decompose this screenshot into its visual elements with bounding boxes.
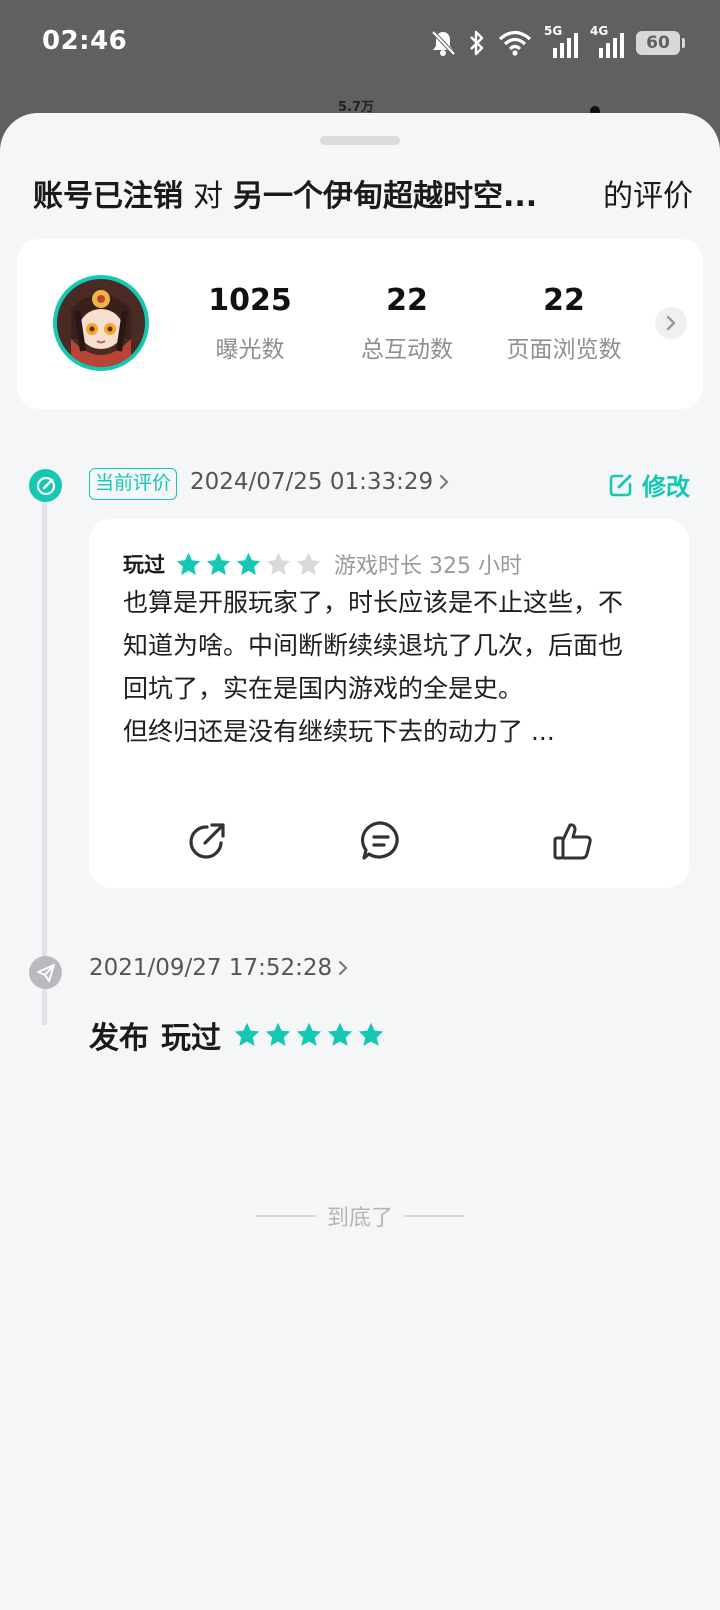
review-text[interactable]: 也算是开服玩家了，时长应该是不止这些，不知道为啥。中间断断续续退坑了几次，后面也… <box>123 581 643 753</box>
star-filled-icon <box>265 1022 291 1046</box>
end-of-list: 到底了 <box>256 1196 464 1236</box>
edit-icon <box>609 474 632 496</box>
chevron-right-icon <box>440 475 449 489</box>
review-meta: 玩过 游戏时长 325 小时 <box>123 549 522 579</box>
avatar[interactable] <box>53 275 149 371</box>
current-review-timestamp: 2024/07/25 01:33:29 <box>190 469 434 495</box>
timeline-line <box>42 489 47 1025</box>
review-history-sheet: 账号已注销 对 另一个伊甸超越时空... 的评价 1025 曝光数 22 总互动… <box>0 113 720 1610</box>
reviewer-name[interactable]: 账号已注销 <box>33 171 183 215</box>
star-filled-icon <box>327 1022 353 1046</box>
past-review-timestamp: 2021/09/27 17:52:28 <box>89 955 333 981</box>
end-divider-left <box>256 1215 316 1217</box>
playtime: 游戏时长 325 小时 <box>334 554 522 579</box>
stat-exposure-value: 1025 <box>208 283 292 318</box>
edit-label: 修改 <box>642 473 690 501</box>
edit-review-button[interactable]: 修改 <box>608 467 690 502</box>
signal-4g-icon: 4G <box>590 24 624 58</box>
drag-handle[interactable] <box>320 136 400 145</box>
bluetooth-icon <box>470 30 484 56</box>
timeline-node-past <box>29 956 62 989</box>
thumbs-up-icon <box>553 823 592 860</box>
edit-check-icon <box>36 476 55 495</box>
stat-interactions-value: 22 <box>386 283 428 318</box>
star-filled-icon <box>236 552 261 575</box>
battery-icon: 60 <box>636 31 685 55</box>
star-filled-icon <box>296 1022 322 1046</box>
status-icons: 5G 4G 60 <box>430 24 685 60</box>
status-time: 02:46 <box>42 26 128 56</box>
stat-interactions-label: 总互动数 <box>361 337 453 363</box>
stat-page-views: 22 页面浏览数 <box>479 283 649 364</box>
end-divider-right <box>403 1215 464 1217</box>
stat-page-views-value: 22 <box>543 283 585 318</box>
signal-5g-icon: 5G <box>544 24 578 58</box>
past-review-time[interactable]: 2021/09/27 17:52:28 <box>89 955 348 981</box>
stat-exposure-label: 曝光数 <box>215 337 285 363</box>
bell-muted-icon <box>431 30 456 56</box>
game-name[interactable]: 另一个伊甸超越时空... <box>233 171 563 215</box>
stat-exposure: 1025 曝光数 <box>165 283 335 364</box>
paper-plane-icon <box>36 963 55 982</box>
past-review-action: 发布 <box>89 1021 149 1056</box>
stat-interactions: 22 总互动数 <box>322 283 492 364</box>
star-filled-icon <box>358 1022 384 1046</box>
stats-card[interactable]: 1025 曝光数 22 总互动数 22 页面浏览数 <box>17 239 703 409</box>
past-review-status: 玩过 <box>161 1021 221 1056</box>
chevron-right-icon <box>666 315 676 331</box>
star-filled-icon <box>234 1022 260 1046</box>
avatar-illustration <box>57 279 145 367</box>
title-suffix: 的评价 <box>603 179 693 214</box>
wifi-icon <box>498 30 532 56</box>
comment-button[interactable] <box>357 817 405 865</box>
timeline-node-current <box>29 469 62 502</box>
title-conjunction: 对 <box>193 179 223 214</box>
current-review-card[interactable]: 玩过 游戏时长 325 小时 也算是开服玩家了，时长应该是不止这些，不知道为啥。… <box>89 519 689 888</box>
review-status: 玩过 <box>123 553 165 577</box>
sheet-title: 账号已注销 对 另一个伊甸超越时空... 的评价 <box>33 171 693 215</box>
current-review-tag: 当前评价 <box>89 468 178 500</box>
end-of-list-label: 到底了 <box>326 1206 393 1231</box>
past-rating-stars <box>233 1021 385 1049</box>
current-review-time[interactable]: 2024/07/25 01:33:29 <box>190 469 449 495</box>
share-icon <box>189 823 225 859</box>
star-filled-icon <box>206 552 231 575</box>
current-rating-stars <box>175 551 322 578</box>
like-button[interactable] <box>549 817 597 865</box>
stats-detail-button[interactable] <box>655 307 687 339</box>
comment-icon <box>361 821 399 860</box>
star-empty-icon <box>296 552 321 575</box>
stat-page-views-label: 页面浏览数 <box>506 337 622 363</box>
past-review-title: 发布 玩过 <box>89 1013 385 1057</box>
share-button[interactable] <box>183 817 231 865</box>
star-empty-icon <box>266 552 291 575</box>
status-bar: 02:46 5G 4G 60 <box>0 0 720 88</box>
chevron-right-icon <box>339 961 348 975</box>
star-filled-icon <box>176 552 201 575</box>
